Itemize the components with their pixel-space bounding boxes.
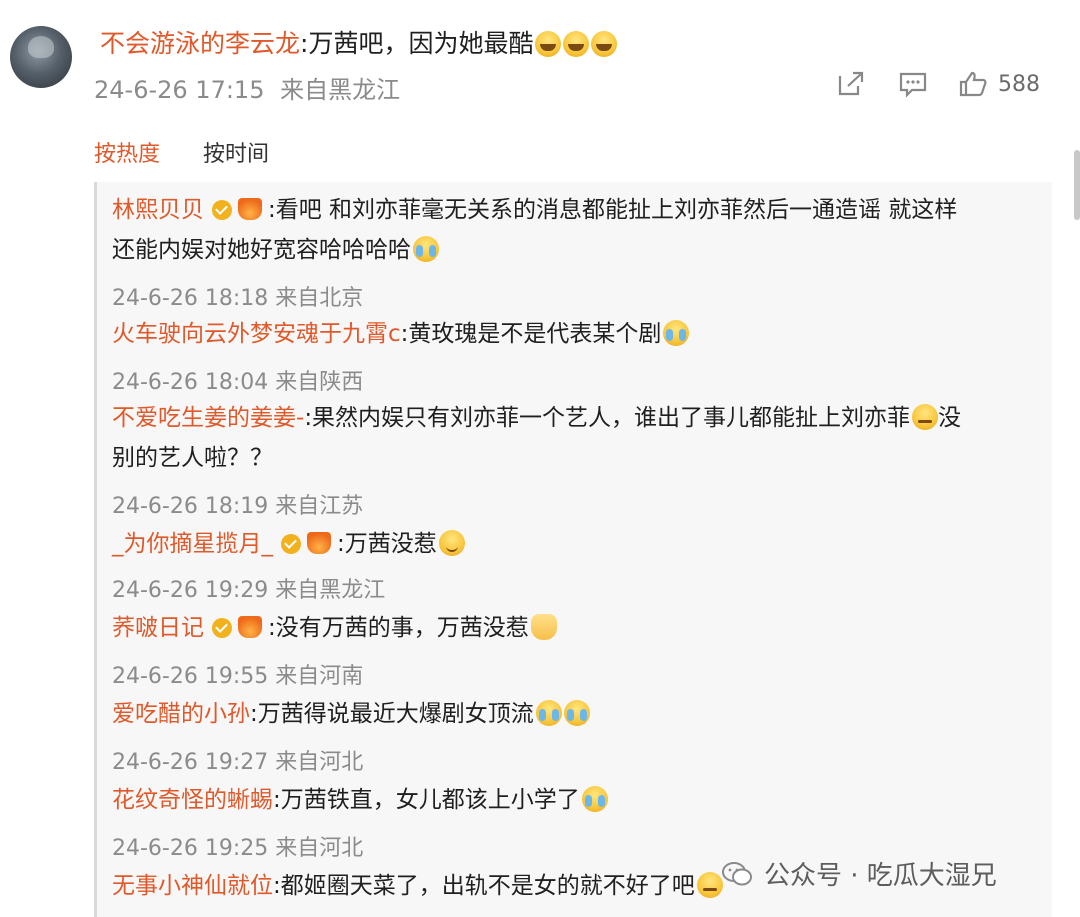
- wechat-icon: [722, 861, 752, 885]
- reply-item: _为你摘星揽月_ :万茜没惹: [112, 524, 465, 564]
- verified-icon: [281, 534, 301, 554]
- reply-username[interactable]: _为你摘星揽月_: [112, 531, 273, 557]
- comment-meta: 24-6-26 17:15 来自黑龙江: [94, 70, 400, 105]
- comment-date: 24-6-26 17:15: [94, 76, 265, 104]
- reply-meta: 24-6-26 19:55 来自河南: [112, 658, 363, 690]
- scrollbar[interactable]: [1074, 150, 1080, 220]
- sort-tabs: 按热度 按时间: [94, 136, 269, 168]
- reply-item: 不爱吃生姜的姜姜-:果然内娱只有刘亦菲一个艺人，谁出了事儿都能扯上刘亦菲 没 别的…: [112, 398, 1042, 478]
- avatar[interactable]: [10, 26, 72, 88]
- reply-text: :都姬圈天菜了，出轨不是女的就不好了吧: [273, 873, 695, 899]
- reply-meta: 24-6-26 18:19 来自江苏: [112, 488, 363, 520]
- cry-emoji: [563, 700, 590, 726]
- reply-item: 爱吃醋的小孙:万茜得说最近大爆剧女顶流: [112, 694, 590, 734]
- reply-meta: 24-6-26 19:29 来自黑龙江: [112, 572, 385, 604]
- reply-username[interactable]: 花纹奇怪的蜥蜴: [112, 787, 273, 813]
- laugh-emoji: [591, 31, 618, 57]
- reply-location: 来自北京: [275, 286, 364, 311]
- reply-date: 24-6-26 19:29: [112, 578, 269, 603]
- reply-username[interactable]: 不爱吃生姜的姜姜-: [112, 405, 304, 431]
- reply-item: 花纹奇怪的蜥蜴:万茜铁直，女儿都该上小学了: [112, 780, 608, 820]
- thinking-emoji: [912, 404, 939, 430]
- reply-text-end: 没: [938, 405, 962, 431]
- reply-text: :万茜得说最近大爆剧女顶流: [250, 701, 534, 727]
- comment-actions: 588: [836, 68, 1040, 100]
- watermark-text: 公众号 · 吃瓜大湿兄: [764, 861, 997, 891]
- reply-date: 24-6-26 19:27: [112, 750, 269, 775]
- cry-emoji: [413, 236, 439, 262]
- reply-item: 荞啵日记 :没有万茜的事，万茜没惹: [112, 608, 557, 648]
- verified-icon: [212, 618, 232, 638]
- smile-emoji: [438, 530, 465, 556]
- cry-emoji: [535, 700, 562, 726]
- thinking-emoji: [696, 872, 723, 898]
- reply-date: 24-6-26 19:25: [112, 836, 269, 861]
- reply-text-cont: 别的艺人啦？？: [112, 445, 273, 471]
- reply-date: 24-6-26 18:19: [112, 494, 269, 519]
- reply-username[interactable]: 爱吃醋的小孙: [112, 701, 250, 727]
- reply-location: 来自河北: [275, 750, 364, 775]
- comment-icon[interactable]: [898, 70, 928, 98]
- reply-text: :没有万茜的事，万茜没惹: [268, 615, 529, 641]
- sort-by-time[interactable]: 按时间: [203, 142, 269, 167]
- reply-text: :万茜没惹: [337, 531, 437, 557]
- reply-location: 来自陕西: [275, 370, 364, 395]
- reply-divider: [94, 182, 97, 917]
- reply-item: 无事小神仙就位:都姬圈天菜了，出轨不是女的就不好了吧: [112, 866, 723, 906]
- ok-hand-emoji: [530, 614, 557, 640]
- reply-meta: 24-6-26 18:04 来自陕西: [112, 364, 363, 396]
- crown-icon: [307, 532, 331, 554]
- reply-item: 林熙贝贝 :看吧 和刘亦菲毫无关系的消息都能扯上刘亦菲然后一通造谣 就这样 还能内…: [112, 190, 1042, 270]
- reply-meta: 24-6-26 19:27 来自河北: [112, 744, 363, 776]
- weibo-comment-screen: 不会游泳的李云龙:万茜吧，因为她最酷 24-6-26 17:15 来自黑龙江 5…: [0, 0, 1080, 917]
- cry-emoji: [663, 320, 690, 346]
- reply-location: 来自江苏: [275, 494, 364, 519]
- reply-date: 24-6-26 18:04: [112, 370, 269, 395]
- share-icon[interactable]: [836, 70, 866, 98]
- verified-icon: [212, 200, 232, 220]
- like-count: 588: [998, 71, 1040, 97]
- watermark: 公众号 · 吃瓜大湿兄: [722, 855, 997, 892]
- reply-text-cont: 还能内娱对她好宽容哈哈哈哈: [112, 237, 411, 263]
- reply-location: 来自黑龙江: [275, 578, 386, 603]
- laugh-emoji: [563, 31, 590, 57]
- reply-item: 火车驶向云外梦安魂于九霄c:黄玫瑰是不是代表某个剧: [112, 314, 690, 354]
- reply-list: 林熙贝贝 :看吧 和刘亦菲毫无关系的消息都能扯上刘亦菲然后一通造谣 就这样 还能内…: [94, 182, 1052, 917]
- like-icon[interactable]: [958, 70, 988, 98]
- reply-text: :万茜铁直，女儿都该上小学了: [273, 787, 580, 813]
- comment-location: 来自黑龙江: [280, 76, 401, 104]
- reply-date: 24-6-26 18:18: [112, 286, 269, 311]
- sort-by-hot[interactable]: 按热度: [94, 142, 160, 167]
- reply-username[interactable]: 荞啵日记: [112, 615, 204, 641]
- reply-text: :看吧 和刘亦菲毫无关系的消息都能扯上刘亦菲然后一通造谣 就这样: [268, 197, 958, 223]
- cry-emoji: [581, 786, 608, 812]
- comment-username[interactable]: 不会游泳的李云龙: [100, 29, 300, 58]
- laugh-emoji: [535, 31, 562, 57]
- reply-username[interactable]: 林熙贝贝: [112, 197, 204, 223]
- reply-meta: 24-6-26 18:18 来自北京: [112, 280, 363, 312]
- crown-icon: [238, 616, 262, 638]
- reply-text: :果然内娱只有刘亦菲一个艺人，谁出了事儿都能扯上刘亦菲: [304, 405, 911, 431]
- reply-username[interactable]: 火车驶向云外梦安魂于九霄c: [112, 321, 401, 347]
- reply-date: 24-6-26 19:55: [112, 664, 269, 689]
- crown-icon: [238, 198, 262, 220]
- reply-username[interactable]: 无事小神仙就位: [112, 873, 273, 899]
- reply-meta: 24-6-26 19:25 来自河北: [112, 830, 363, 862]
- top-comment: 不会游泳的李云龙:万茜吧，因为她最酷: [100, 28, 618, 60]
- comment-text: :万茜吧，因为她最酷: [300, 29, 534, 58]
- reply-location: 来自河北: [275, 836, 364, 861]
- reply-text: :黄玫瑰是不是代表某个剧: [400, 321, 662, 347]
- reply-location: 来自河南: [275, 664, 364, 689]
